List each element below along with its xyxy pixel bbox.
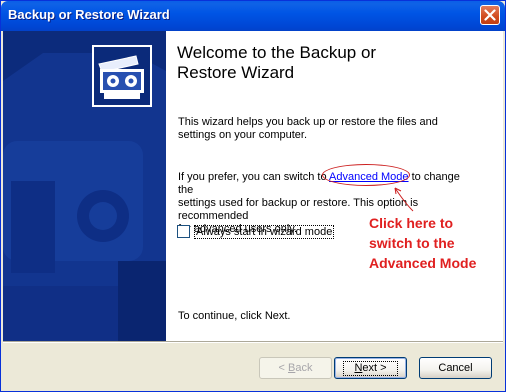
window-title: Backup or Restore Wizard [8,7,170,22]
annotation-line2: switch to the [369,235,455,251]
page-title-line2: Restore Wizard [177,63,295,82]
annotation-line1: Click here to [369,215,454,231]
advanced-pre-text: If you prefer, you can switch to [178,171,330,183]
continue-instruction: To continue, click Next. [178,310,291,322]
cancel-button[interactable]: Cancel [419,357,492,379]
next-focus-box: Next > [343,360,398,376]
next-button[interactable]: Next > [334,357,407,379]
side-banner [3,31,166,341]
back-rest: ack [295,361,313,374]
intro-text: This wizard helps you back up or restore… [178,116,438,142]
backup-wizard-icon [92,45,152,107]
intro-line2: settings on your computer. [178,129,308,141]
highlight-oval [322,164,410,186]
page-title-line1: Welcome to the Backup or [177,43,377,62]
page-title: Welcome to the Backup or Restore Wizard [177,43,376,83]
button-separator [3,341,503,343]
back-button[interactable]: < Back [259,357,332,379]
close-button[interactable] [480,5,500,25]
wizard-mode-label[interactable]: Always start in wizard mode [194,225,335,239]
annotation-callout: Click here to switch to the Advanced Mod… [369,213,476,273]
annotation-arrow [394,187,414,212]
close-icon [484,9,496,21]
title-bar[interactable]: Backup or Restore Wizard [1,1,505,31]
back-prefix: < [278,361,288,374]
next-rest: ext > [362,361,387,374]
intro-line1: This wizard helps you back up or restore… [178,116,438,128]
wizard-content: Welcome to the Backup or Restore Wizard … [3,31,503,341]
wizard-mode-checkbox[interactable] [177,225,190,238]
annotation-line3: Advanced Mode [369,255,477,271]
wizard-window: Backup or Restore Wizard Welcome to the … [0,0,506,392]
